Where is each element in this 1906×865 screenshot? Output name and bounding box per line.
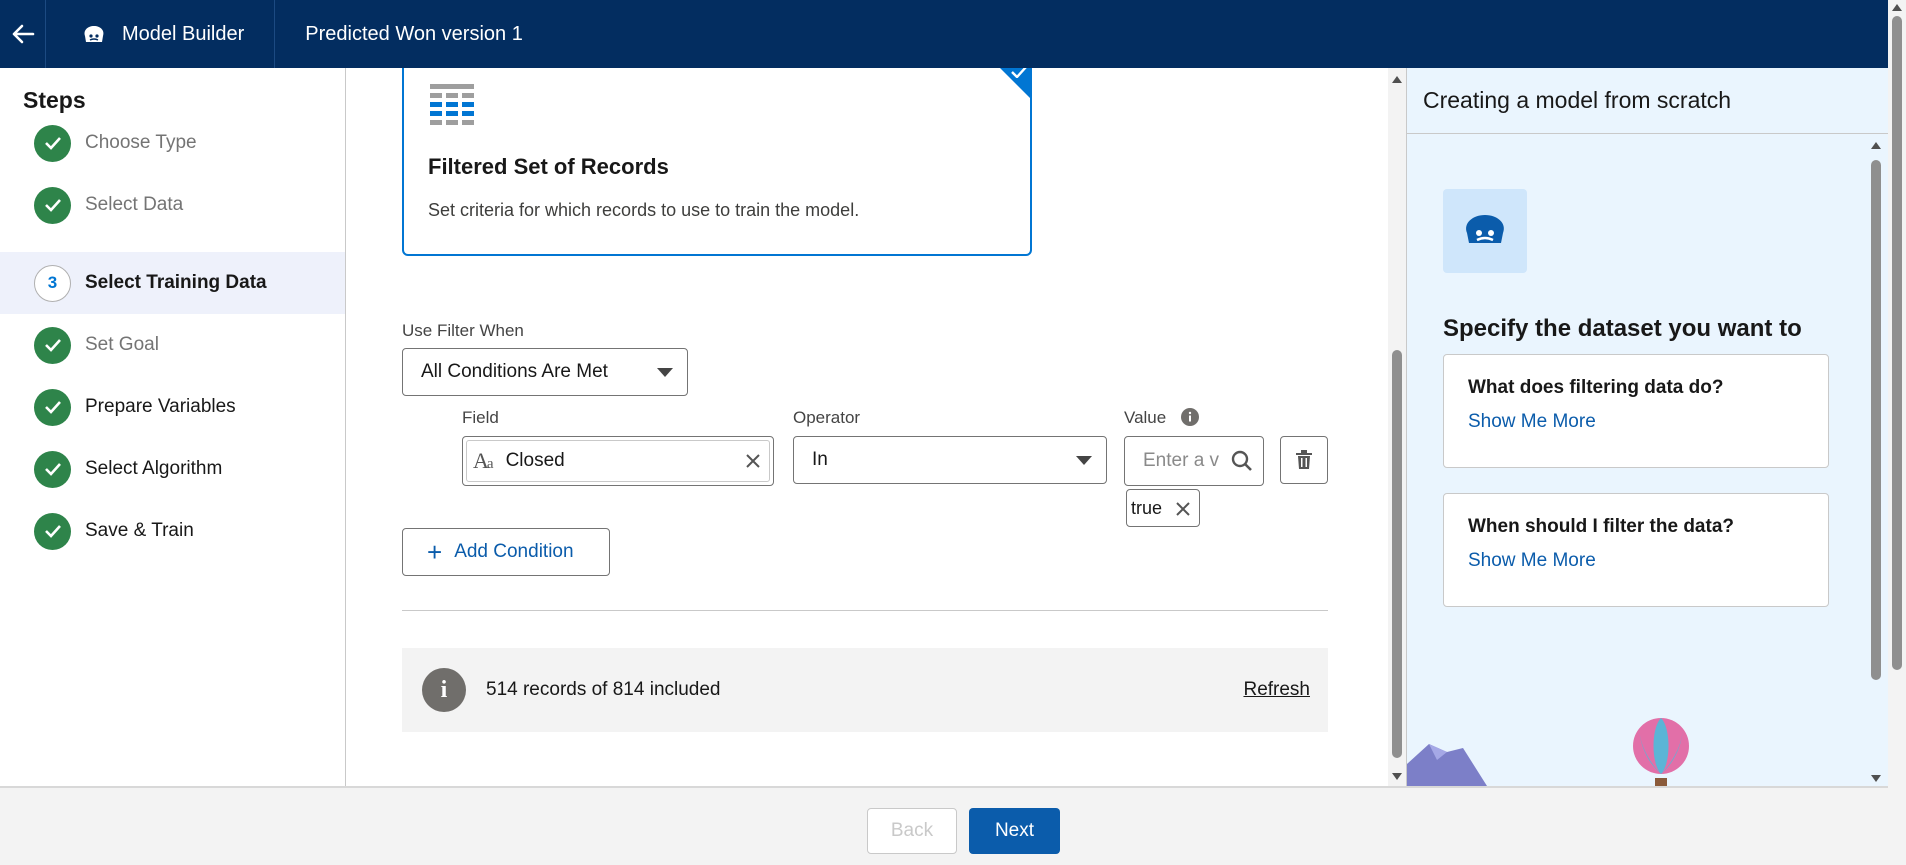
einstein-icon [1443,189,1527,273]
step-set-goal[interactable]: Set Goal [0,314,345,376]
step-label: Select Data [85,194,184,215]
step-select-training-data[interactable]: 3 Select Training Data [0,252,345,314]
step-choose-type[interactable]: Choose Type [0,112,345,174]
step-label: Save & Train [85,520,194,541]
back-button[interactable]: Back [867,808,957,854]
check-icon [1011,68,1027,78]
step-label: Set Goal [85,334,159,355]
operator-value: In [812,449,828,470]
clear-field-icon[interactable] [745,453,761,469]
check-icon [34,512,71,550]
show-me-more-link[interactable]: Show Me More [1468,550,1804,572]
scroll-up-arrow[interactable] [1392,76,1402,83]
operator-select[interactable]: In [793,436,1107,484]
value-pill[interactable]: true [1126,489,1200,527]
card-description: Set criteria for which records to use to… [428,200,860,220]
value-input-box[interactable] [1124,436,1264,486]
faq-question: When should I filter the data? [1468,516,1734,537]
footer-bar: Back Next [0,786,1888,865]
main-scrollbar[interactable] [1388,68,1406,786]
field-label: Field [462,408,499,427]
text-type-icon: Aa [473,448,493,473]
show-me-more-link[interactable]: Show Me More [1468,411,1804,433]
steps-title: Steps [23,87,86,113]
scrollbar-thumb[interactable] [1871,160,1881,680]
step-save-train[interactable]: Save & Train [0,500,345,562]
check-icon [34,388,71,426]
chevron-down-icon [657,368,673,377]
operator-label: Operator [793,408,861,427]
next-button[interactable]: Next [969,808,1060,854]
step-select-data[interactable]: Select Data [0,174,345,236]
refresh-link[interactable]: Refresh [1243,679,1310,701]
filtered-set-card[interactable]: Filtered Set of Records Set criteria for… [402,68,1032,256]
check-icon [34,124,71,162]
step-label: Choose Type [85,132,197,153]
value-label: Value [1124,408,1167,427]
plus-icon: + [427,537,443,567]
mountain-illustration [1407,744,1487,786]
remove-pill-icon[interactable] [1175,501,1191,517]
main-content: Filtered Set of Records Set criteria for… [346,68,1388,786]
info-icon[interactable] [1180,407,1200,427]
scrollbar-thumb[interactable] [1892,16,1902,670]
divider [402,610,1328,611]
help-scrollbar[interactable] [1864,134,1888,786]
add-condition-label: Add Condition [454,541,574,562]
back-arrow-button[interactable] [0,0,46,68]
check-icon [34,450,71,488]
step-label: Select Training Data [85,272,267,293]
field-value: Closed [505,450,565,471]
scrollbar-thumb[interactable] [1392,350,1402,758]
help-panel: Creating a model from scratch Specify th… [1406,68,1888,786]
scroll-down-arrow[interactable] [1871,775,1881,782]
arrow-left-icon [12,24,34,44]
faq-question: What does filtering data do? [1468,377,1724,398]
add-condition-button[interactable]: + Add Condition [402,528,610,576]
value-input[interactable] [1143,450,1223,472]
step-label: Prepare Variables [85,396,236,417]
page-title: Predicted Won version 1 [305,22,523,45]
records-summary: i 514 records of 814 included Refresh [402,648,1328,732]
help-title: Creating a model from scratch [1407,68,1888,134]
records-count-text: 514 records of 814 included [486,679,721,700]
faq-card: What does filtering data do? Show Me Mor… [1443,354,1829,468]
search-icon [1231,450,1252,471]
card-title: Filtered Set of Records [428,154,669,179]
page-scrollbar[interactable] [1888,0,1906,865]
use-filter-value: All Conditions Are Met [421,361,608,382]
delete-condition-button[interactable] [1280,436,1328,484]
check-icon [34,186,71,224]
app-name: Model Builder [122,22,245,45]
steps-sidebar: Steps Choose Type Select Data 3 Select T… [0,68,346,786]
scroll-down-arrow[interactable] [1392,773,1402,780]
info-icon: i [422,668,466,712]
einstein-icon [84,26,104,42]
scroll-up-arrow[interactable] [1892,4,1902,11]
app-launcher: Model Builder [46,0,276,68]
faq-card: When should I filter the data? Show Me M… [1443,493,1829,607]
step-label: Select Algorithm [85,458,223,479]
check-icon [34,326,71,364]
balloon-illustration [1633,718,1689,786]
use-filter-select[interactable]: All Conditions Are Met [402,348,688,396]
value-pill-label: true [1131,497,1163,518]
app-header: Model Builder Predicted Won version 1 [0,0,1888,68]
trash-icon [1296,450,1312,469]
step-select-algorithm[interactable]: Select Algorithm [0,438,345,500]
field-lookup[interactable]: Aa Closed [462,436,774,486]
chevron-down-icon [1076,456,1092,465]
scroll-up-arrow[interactable] [1871,142,1881,149]
step-number-badge: 3 [34,264,71,302]
table-icon [430,84,474,125]
step-prepare-variables[interactable]: Prepare Variables [0,376,345,438]
use-filter-label: Use Filter When [402,321,524,340]
